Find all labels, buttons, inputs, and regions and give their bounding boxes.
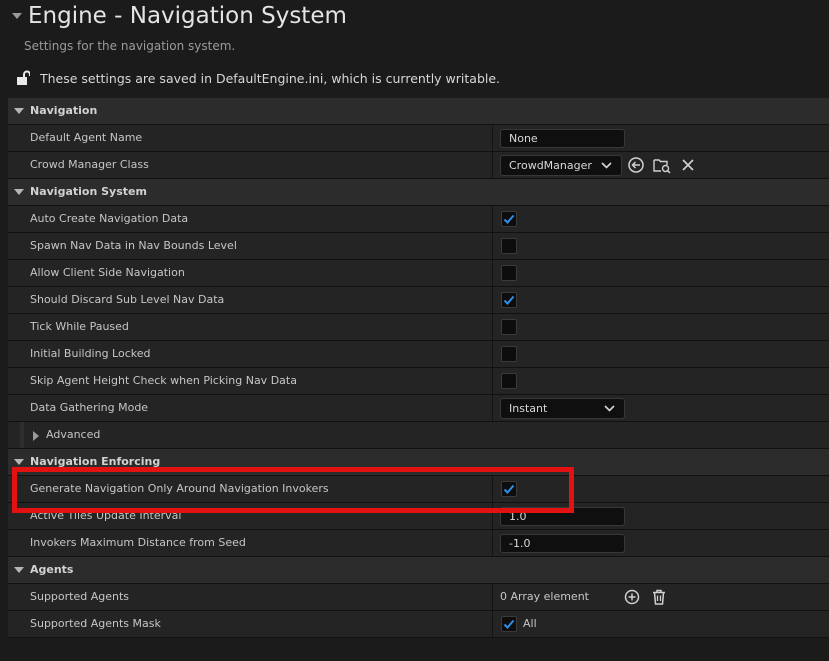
property-label: Invokers Maximum Distance from Seed: [30, 536, 246, 549]
expand-caret-icon[interactable]: [14, 459, 24, 465]
array-count: 0 Array element: [500, 590, 589, 603]
dropdown-value: Instant: [509, 402, 548, 415]
crowd-manager-class-dropdown[interactable]: CrowdManager: [500, 155, 622, 176]
mask-value: All: [523, 617, 537, 630]
invokers-max-distance-field[interactable]: -1.0: [500, 534, 625, 553]
property-label: Allow Client Side Navigation: [30, 266, 185, 279]
property-active-tiles-update-interval: Active Tiles Update Interval 1.0: [8, 503, 829, 530]
property-label: Initial Building Locked: [30, 347, 151, 360]
property-label: Generate Navigation Only Around Navigati…: [30, 482, 329, 495]
property-spawn-nav-data: Spawn Nav Data in Nav Bounds Level: [8, 233, 829, 260]
property-label: Default Agent Name: [30, 131, 143, 144]
property-label: Supported Agents Mask: [30, 617, 161, 630]
property-invokers-max-distance: Invokers Maximum Distance from Seed -1.0: [8, 530, 829, 557]
expand-caret-icon[interactable]: [14, 108, 24, 114]
config-notice: These settings are saved in DefaultEngin…: [16, 68, 500, 88]
browse-icon[interactable]: [653, 156, 671, 174]
supported-agents-mask-checkbox[interactable]: [501, 616, 517, 632]
chevron-down-icon: [604, 405, 615, 412]
indent-bar: [20, 422, 24, 448]
property-crowd-manager-class: Crowd Manager Class CrowdManager: [8, 152, 829, 179]
property-label: Data Gathering Mode: [30, 401, 149, 414]
property-label: Skip Agent Height Check when Picking Nav…: [30, 374, 297, 387]
advanced-label: Advanced: [46, 428, 101, 441]
data-gathering-mode-dropdown[interactable]: Instant: [500, 398, 625, 419]
page-subtitle: Settings for the navigation system.: [24, 39, 236, 53]
property-data-gathering-mode: Data Gathering Mode Instant: [8, 395, 829, 422]
auto-create-checkbox[interactable]: [501, 211, 517, 227]
category-agents[interactable]: Agents: [8, 557, 829, 584]
collapse-caret-icon[interactable]: [12, 13, 22, 19]
category-navigation-system[interactable]: Navigation System: [8, 179, 829, 206]
category-label: Navigation System: [30, 185, 147, 198]
config-notice-text: These settings are saved in DefaultEngin…: [40, 70, 501, 86]
lock-open-icon: [17, 70, 30, 85]
category-navigation[interactable]: Navigation: [8, 98, 829, 125]
expand-arrow-icon[interactable]: [33, 431, 39, 441]
property-label: Auto Create Navigation Data: [30, 212, 189, 225]
property-label: Active Tiles Update Interval: [30, 509, 182, 522]
clear-icon[interactable]: [679, 156, 697, 174]
spawn-nav-data-checkbox[interactable]: [501, 238, 517, 254]
checkmark-icon: [503, 295, 515, 305]
checkmark-icon: [503, 214, 515, 224]
property-generate-navigation-around-invokers: Generate Navigation Only Around Navigati…: [8, 476, 829, 503]
property-label: Spawn Nav Data in Nav Bounds Level: [30, 239, 237, 252]
property-tick-while-paused: Tick While Paused: [8, 314, 829, 341]
add-element-icon[interactable]: [623, 588, 641, 606]
property-default-agent-name: Default Agent Name None: [8, 125, 829, 152]
property-label: Supported Agents: [30, 590, 130, 603]
use-selected-icon[interactable]: [627, 156, 645, 174]
field-value: 1.0: [509, 510, 527, 523]
initial-locked-checkbox[interactable]: [501, 346, 517, 362]
tick-paused-checkbox[interactable]: [501, 319, 517, 335]
category-navigation-enforcing[interactable]: Navigation Enforcing: [8, 449, 829, 476]
property-label: Crowd Manager Class: [30, 158, 149, 171]
field-value: -1.0: [509, 537, 531, 550]
category-label: Navigation: [30, 104, 98, 117]
property-allow-client-side-navigation: Allow Client Side Navigation: [8, 260, 829, 287]
page-title: Engine - Navigation System: [28, 3, 347, 29]
property-supported-agents: Supported Agents 0 Array element: [8, 584, 829, 611]
settings-header: Engine - Navigation System Settings for …: [0, 0, 829, 98]
allow-client-checkbox[interactable]: [501, 265, 517, 281]
property-label: Tick While Paused: [30, 320, 129, 333]
property-auto-create-navigation-data: Auto Create Navigation Data: [8, 206, 829, 233]
property-discard-sub-level: Should Discard Sub Level Nav Data: [8, 287, 829, 314]
expand-caret-icon[interactable]: [14, 567, 24, 573]
skip-height-checkbox[interactable]: [501, 373, 517, 389]
property-supported-agents-mask: Supported Agents Mask All: [8, 611, 829, 638]
discard-sub-level-checkbox[interactable]: [501, 292, 517, 308]
checkmark-icon: [503, 484, 515, 494]
details-grid: Navigation Default Agent Name None Crowd…: [8, 98, 829, 638]
field-value: None: [509, 132, 538, 145]
generate-around-invokers-checkbox[interactable]: [501, 481, 517, 497]
expand-caret-icon[interactable]: [14, 189, 24, 195]
checkmark-icon: [503, 619, 515, 629]
category-label: Navigation Enforcing: [30, 455, 161, 468]
property-initial-building-locked: Initial Building Locked: [8, 341, 829, 368]
property-skip-agent-height-check: Skip Agent Height Check when Picking Nav…: [8, 368, 829, 395]
advanced-group[interactable]: Advanced: [8, 422, 829, 449]
chevron-down-icon: [601, 162, 612, 169]
active-tiles-interval-field[interactable]: 1.0: [500, 507, 625, 526]
dropdown-value: CrowdManager: [509, 159, 592, 172]
property-label: Should Discard Sub Level Nav Data: [30, 293, 225, 306]
delete-all-icon[interactable]: [650, 588, 668, 606]
default-agent-name-field[interactable]: None: [500, 129, 625, 148]
category-label: Agents: [30, 563, 74, 576]
